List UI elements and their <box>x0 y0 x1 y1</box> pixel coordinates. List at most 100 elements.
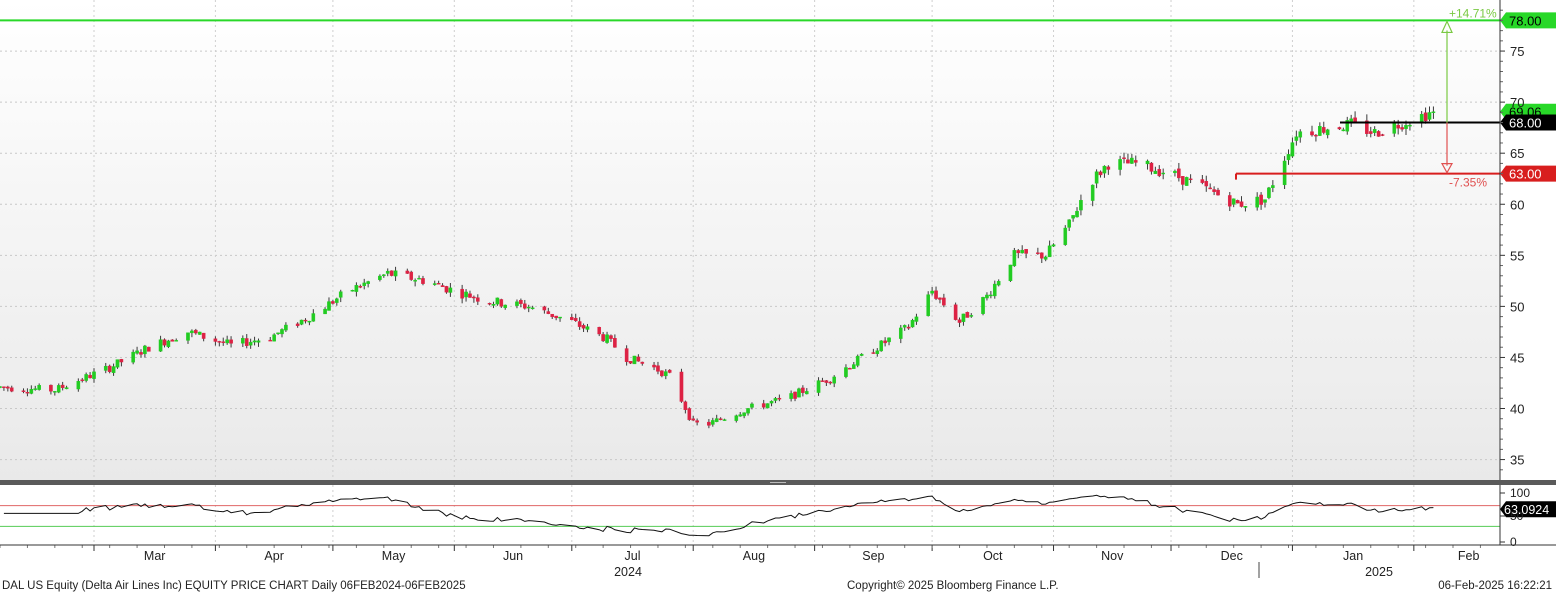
month-label: Aug <box>743 549 765 563</box>
rsi-tick-label: 0 <box>1510 535 1517 549</box>
candle-up <box>1118 159 1122 170</box>
candle-down <box>107 365 112 372</box>
candle-up <box>338 291 343 298</box>
price-tick-label: 40 <box>1510 402 1524 417</box>
candle-down <box>80 379 85 381</box>
candle-up <box>33 388 38 390</box>
candle-up <box>1130 157 1134 164</box>
candle-up <box>272 334 276 342</box>
candle-down <box>1423 112 1428 122</box>
candle-down <box>499 299 504 307</box>
rsi-tick-label: 100 <box>1510 486 1530 500</box>
candle-down <box>49 384 53 392</box>
candle-up <box>1145 160 1150 165</box>
candle-down <box>628 361 633 364</box>
tag-68: 68.00 <box>1509 116 1542 131</box>
candle-down <box>609 335 613 339</box>
price-tick-label: 55 <box>1510 248 1524 263</box>
candle-up <box>734 415 739 421</box>
candle-down <box>1157 169 1162 177</box>
candle-up <box>1012 250 1017 267</box>
candle-up <box>746 408 750 414</box>
candle-up <box>1173 170 1177 174</box>
tag-78: 78.00 <box>1509 13 1542 28</box>
candle-down <box>229 339 233 344</box>
candle-up <box>1372 129 1377 133</box>
downside-percent-label: -7.35% <box>1449 176 1487 190</box>
candle-down <box>660 370 664 377</box>
candle-down <box>777 397 782 400</box>
price-tick-label: 70 <box>1510 95 1524 110</box>
year-label-2024: 2024 <box>614 565 642 579</box>
candle-down <box>444 286 449 293</box>
candle-up <box>605 334 609 343</box>
candle-up <box>197 331 202 335</box>
candle-down <box>244 338 249 346</box>
candle-down <box>1122 157 1126 159</box>
candle-up <box>29 389 34 394</box>
candle-up <box>1071 215 1075 219</box>
candle-up <box>526 306 531 309</box>
month-label: Feb <box>1458 549 1480 563</box>
candle-down <box>213 338 218 342</box>
candle-down <box>1239 201 1244 207</box>
candle-down <box>295 323 300 326</box>
candle-up <box>252 340 257 343</box>
candle-up <box>1075 210 1079 218</box>
candle-up <box>515 301 519 306</box>
candle-up <box>1184 177 1189 186</box>
candle-up <box>992 283 997 297</box>
candle-up <box>335 298 339 303</box>
month-label: Jun <box>503 549 523 563</box>
month-label: May <box>382 549 406 563</box>
candle-up <box>1063 227 1068 245</box>
candle-up <box>1298 131 1303 138</box>
candle-up <box>366 281 370 284</box>
candle-up <box>844 367 848 377</box>
candle-down <box>871 352 876 354</box>
candle-up <box>851 364 856 369</box>
candle-down <box>221 341 226 343</box>
upside-percent-label: +14.71% <box>1449 6 1497 20</box>
candle-down <box>1180 176 1185 185</box>
candle-down <box>953 304 958 320</box>
candle-down <box>1208 187 1212 190</box>
candle-up <box>1090 184 1095 201</box>
candle-down <box>601 334 605 342</box>
candle-up <box>530 307 535 310</box>
candle-up <box>350 290 355 292</box>
candle-up <box>495 297 500 305</box>
candle-up <box>1431 111 1436 113</box>
candle-up <box>1290 142 1295 157</box>
candle-up <box>1047 245 1052 258</box>
candle-up <box>115 359 120 368</box>
candle-up <box>804 391 809 395</box>
candle-up <box>875 350 880 355</box>
candle-up <box>382 274 386 277</box>
candle-up <box>1043 256 1048 260</box>
candle-down <box>421 278 425 284</box>
month-label: Sep <box>862 549 884 563</box>
candle-up <box>750 403 754 408</box>
candle-down <box>570 317 574 320</box>
candle-down <box>147 346 151 352</box>
candle-up <box>362 282 367 286</box>
candle-down <box>1314 134 1318 137</box>
candle-down <box>389 270 394 276</box>
candle-up <box>1341 129 1346 132</box>
candle-up <box>53 391 57 393</box>
candle-down <box>820 380 825 382</box>
candle-down <box>2 386 6 388</box>
candle-down <box>1353 117 1357 122</box>
candle-up <box>742 412 746 417</box>
candle-down <box>652 364 656 368</box>
candle-down <box>487 303 492 305</box>
month-label: Jan <box>1343 549 1363 563</box>
candle-up <box>585 326 590 330</box>
candle-down <box>636 356 641 362</box>
candle-down <box>793 391 797 399</box>
candle-down <box>667 369 672 373</box>
candle-down <box>1400 127 1404 130</box>
candle-up <box>393 270 398 277</box>
candle-down <box>883 340 887 344</box>
